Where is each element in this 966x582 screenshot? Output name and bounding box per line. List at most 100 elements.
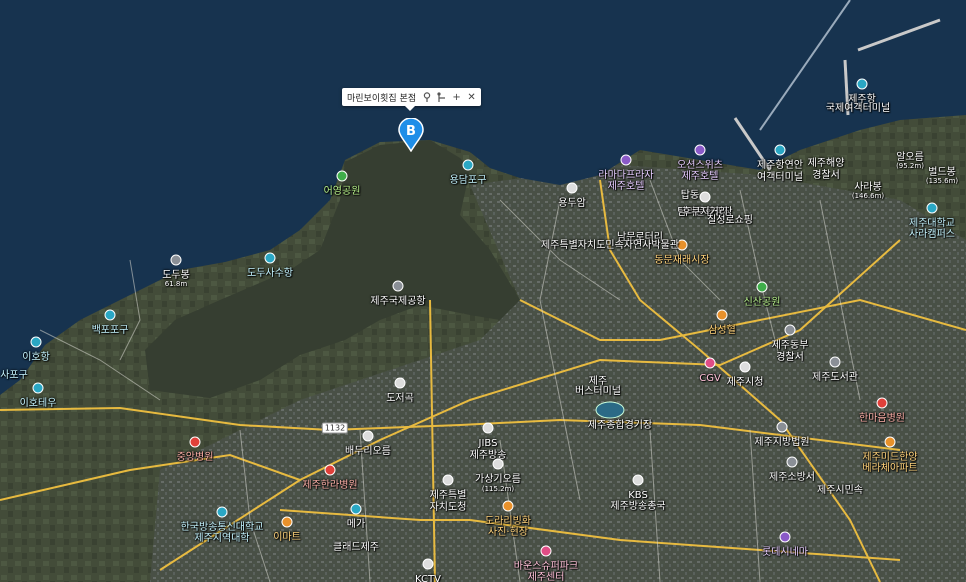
gasanggi-oreum-poi-icon[interactable]: [492, 458, 504, 470]
label-byeoldobong-height[interactable]: (135.6m): [926, 177, 958, 185]
label-fire-station[interactable]: 제주소방서: [769, 472, 815, 483]
label-sapo-port[interactable]: 사포구: [0, 370, 28, 381]
map-view[interactable]: 1132 어영공원 용담포구 용두암 도두봉 61.8m 도두사수항 백포포구 이호항 사포구 이…: [0, 0, 966, 582]
jeju-city-hall-poi-icon[interactable]: [739, 361, 751, 373]
label-baekpo-port[interactable]: 백포포구: [92, 325, 129, 336]
label-kbs[interactable]: KBS: [628, 490, 648, 501]
add-icon[interactable]: +: [452, 92, 461, 103]
emart-poi-icon[interactable]: [281, 516, 293, 528]
popup-title[interactable]: 마린보이횟집 본점: [347, 91, 416, 104]
yongdam-port-poi-icon[interactable]: [462, 159, 474, 171]
jeju-east-poi-icon[interactable]: [784, 324, 796, 336]
label-hanyang-2[interactable]: 베라체아파트: [862, 463, 917, 474]
label-jeju-special[interactable]: 제주특별: [430, 490, 467, 501]
label-knou-jeju[interactable]: 제주지역대학: [194, 533, 249, 544]
label-dongmun-market[interactable]: 동문재래시장: [654, 255, 709, 266]
label-aloreum-height[interactable]: (95.2m): [896, 162, 924, 170]
label-dorari[interactable]: 도라리빙화: [485, 516, 531, 527]
label-chilseong[interactable]: 칠성로쇼핑: [707, 215, 753, 226]
halla-hospital-poi-icon[interactable]: [324, 464, 336, 476]
dorari-poi-icon[interactable]: [502, 500, 514, 512]
label-provincial-office[interactable]: 자치도청: [430, 502, 467, 513]
dodu-sasu-port-poi-icon[interactable]: [264, 252, 276, 264]
label-bounce-superpark[interactable]: 바운스슈퍼파크: [514, 561, 578, 572]
route-icon[interactable]: [437, 92, 446, 103]
hukuji-street-poi-icon[interactable]: [699, 191, 711, 203]
label-kctv[interactable]: KCTV: [415, 574, 441, 582]
label-hanmaum-hospital[interactable]: 한마음병원: [859, 413, 905, 424]
label-mega[interactable]: 메가: [347, 519, 365, 530]
label-jeju-marine[interactable]: 제주해양: [808, 158, 845, 169]
label-jibs[interactable]: JIBS: [479, 438, 498, 449]
label-district-court[interactable]: 제주지방법원: [754, 437, 809, 448]
label-bus-terminal[interactable]: 버스터미널: [575, 386, 621, 397]
label-ramada-hotel[interactable]: 제주호텔: [608, 181, 645, 192]
iho-teu-poi-icon[interactable]: [32, 382, 44, 394]
label-jeju-univ[interactable]: 제주대학교: [909, 218, 955, 229]
yongduam-poi-icon[interactable]: [566, 182, 578, 194]
place-popup[interactable]: 마린보이횟집 본점 + ✕: [342, 88, 482, 111]
label-knou[interactable]: 한국방송통신대학교: [181, 522, 264, 533]
mega-poi-icon[interactable]: [350, 503, 362, 515]
dodubong-poi-icon[interactable]: [170, 254, 182, 266]
label-tapdong[interactable]: 탑동: [681, 190, 699, 201]
label-iho-teu[interactable]: 이호테우: [20, 398, 57, 409]
label-sinsan-park[interactable]: 신산공원: [744, 297, 781, 308]
label-yongdam-port[interactable]: 용담포구: [450, 175, 487, 186]
baekpo-port-poi-icon[interactable]: [104, 309, 116, 321]
label-jeju-airport[interactable]: 제주국제공항: [370, 296, 425, 307]
jeju-airport-poi-icon[interactable]: [392, 280, 404, 292]
jungang-hospital-poi-icon[interactable]: [189, 436, 201, 448]
label-baeduri-oreum[interactable]: 배두리오름: [345, 446, 391, 457]
label-sarabong-height[interactable]: (146.6m): [852, 192, 884, 200]
jeju-coastal-poi-icon[interactable]: [774, 144, 786, 156]
label-hanyang-1[interactable]: 제주미드한양: [862, 452, 917, 463]
baeduri-oreum-poi-icon[interactable]: [362, 430, 374, 442]
pin-icon[interactable]: [422, 92, 431, 103]
label-dodu-sasu-port[interactable]: 도두사수항: [247, 268, 293, 279]
label-jeju-coastal[interactable]: 제주항연안: [757, 160, 803, 171]
label-cgv[interactable]: CGV: [699, 373, 721, 384]
fire-station-poi-icon[interactable]: [786, 456, 798, 468]
label-lotte-cinema[interactable]: 롯데시네마: [762, 547, 808, 558]
district-court-poi-icon[interactable]: [776, 421, 788, 433]
label-ramada-plaza[interactable]: 라마다프라자: [598, 170, 653, 181]
jibs-poi-icon[interactable]: [482, 422, 494, 434]
label-ocean-suites-hotel[interactable]: 제주호텔: [682, 171, 719, 182]
label-jungang-hospital[interactable]: 중앙병원: [177, 452, 214, 463]
label-dodubong-height[interactable]: 61.8m: [165, 280, 187, 288]
jeju-univ-poi-icon[interactable]: [926, 202, 938, 214]
label-jeju-city-hall[interactable]: 제주시청: [727, 377, 764, 388]
label-folk-museum[interactable]: 제주특별자치도민속자연사박물관: [541, 240, 679, 251]
label-dojeogok[interactable]: 도저곡: [386, 393, 414, 404]
lotte-cinema-poi-icon[interactable]: [779, 531, 791, 543]
hanyang-1-poi-icon[interactable]: [884, 436, 896, 448]
label-photo-site[interactable]: 사진·현장: [488, 527, 528, 538]
label-kbs-jeju[interactable]: 제주방송총국: [610, 501, 665, 512]
kctv-poi-icon[interactable]: [422, 558, 434, 570]
label-marine-police[interactable]: 경찰서: [812, 170, 840, 181]
label-emart[interactable]: 이마트: [273, 532, 301, 543]
label-sara-campus[interactable]: 사라캠퍼스: [909, 229, 955, 240]
sinsan-park-poi-icon[interactable]: [756, 281, 768, 293]
ramada-plaza-poi-icon[interactable]: [620, 154, 632, 166]
cgv-poi-icon[interactable]: [704, 357, 716, 369]
jeju-port-poi-icon[interactable]: [856, 78, 868, 90]
eoyeong-park-poi-icon[interactable]: [336, 170, 348, 182]
samseonghyeol-poi-icon[interactable]: [716, 309, 728, 321]
jeju-library-poi-icon[interactable]: [829, 356, 841, 368]
label-gasanggi-height[interactable]: (115.2m): [482, 485, 514, 493]
hanmaum-hospital-poi-icon[interactable]: [876, 397, 888, 409]
label-bounce-jeju[interactable]: 제주센터: [528, 572, 565, 582]
knou-poi-icon[interactable]: [216, 506, 228, 518]
label-coastal-terminal[interactable]: 여객터미널: [757, 172, 803, 183]
kbs-poi-icon[interactable]: [632, 474, 644, 486]
label-intl-passenger-terminal[interactable]: 국제여객터미널: [826, 103, 890, 114]
close-icon[interactable]: ✕: [467, 92, 476, 103]
jeju-special-poi-icon[interactable]: [442, 474, 454, 486]
bounce-superpark-poi-icon[interactable]: [540, 545, 552, 557]
ocean-suites-poi-icon[interactable]: [694, 144, 706, 156]
label-eoyeong-park[interactable]: 어영공원: [324, 186, 361, 197]
label-stadium[interactable]: 제주종합경기장: [588, 420, 652, 431]
iho-port-poi-icon[interactable]: [30, 336, 42, 348]
